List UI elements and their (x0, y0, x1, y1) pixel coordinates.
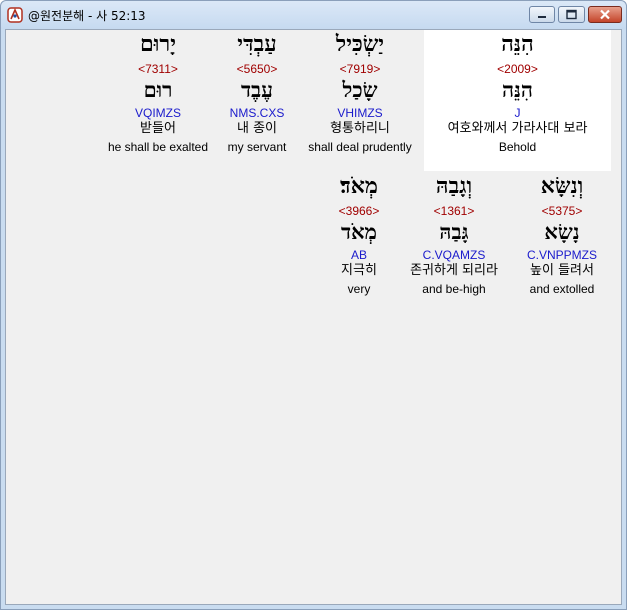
korean-gloss: 여호와께서 가라사대 보라 (447, 121, 588, 136)
word-block[interactable]: מְאֹד׃ <3966> מְאֹד AB 지극히 very (328, 175, 390, 298)
morphology-code: VQIMZS (134, 106, 181, 120)
hebrew-word: הִנֵּה (501, 31, 534, 57)
hebrew-word: וְגָבַהּ (435, 173, 473, 199)
strong-number-link[interactable]: <5375> (516, 205, 608, 220)
morphology-code: AB (350, 248, 367, 262)
hebrew-word: יָרוּם (140, 31, 176, 57)
strong-number-link[interactable]: <2009> (424, 63, 611, 78)
korean-gloss: 형통하리니 (330, 121, 390, 136)
app-window: @원전분해 - 사 52:13 הִנֵּה <2009> הִנֵּה J 여… (0, 0, 627, 610)
hebrew-lemma: גָּבַהּ (439, 219, 469, 244)
hebrew-lemma: שָׂכַל (342, 77, 378, 102)
word-block[interactable]: עַבְדִּי <5650> עֶבֶד NMS.CXS 내 종이 my se… (217, 33, 297, 156)
english-gloss: he shall be exalted (107, 140, 209, 154)
hebrew-lemma: מְאֹד (340, 219, 378, 244)
english-gloss: shall deal prudently (308, 140, 412, 154)
maximize-button[interactable] (558, 6, 585, 23)
close-button[interactable] (588, 6, 622, 23)
strong-number-link[interactable]: <1361> (396, 205, 512, 220)
app-icon[interactable] (7, 7, 23, 23)
hebrew-word: יַשְׂכִּיל (335, 31, 385, 57)
hebrew-word: מְאֹד׃ (340, 173, 378, 199)
hebrew-lemma: נָשָׂא (544, 219, 580, 244)
korean-gloss: 높이 들려서 (530, 263, 594, 278)
hebrew-word: וְנִשָּׂא (540, 173, 584, 199)
strong-number-link[interactable]: <5650> (217, 63, 297, 78)
word-block[interactable]: הִנֵּה <2009> הִנֵּה J 여호와께서 가라사대 보라 Beh… (424, 33, 611, 156)
english-gloss: and be-high (422, 282, 486, 296)
morphology-code: NMS.CXS (229, 106, 285, 120)
english-gloss: and extolled (529, 282, 595, 296)
strong-number-link[interactable]: <7919> (298, 63, 422, 78)
word-block[interactable]: וְגָבַהּ <1361> גָּבַהּ C.VQAMZS 존귀하게 되리… (396, 175, 512, 298)
korean-gloss: 지극히 (341, 263, 377, 278)
close-icon (600, 9, 610, 20)
minimize-icon (538, 16, 546, 18)
english-gloss: Behold (498, 140, 537, 154)
maximize-icon (566, 9, 577, 20)
english-gloss: my servant (227, 140, 287, 154)
hebrew-lemma: הִנֵּה (502, 77, 533, 102)
minimize-button[interactable] (529, 6, 555, 23)
hebrew-lemma: עֶבֶד (240, 77, 274, 102)
korean-gloss: 받들어 (140, 121, 176, 136)
morphology-code: C.VQAMZS (422, 248, 486, 262)
morphology-code: C.VNPPMZS (526, 248, 597, 262)
hebrew-word: עַבְדִּי (237, 31, 277, 57)
english-gloss: very (347, 282, 371, 296)
korean-gloss: 내 종이 (236, 121, 277, 136)
word-block[interactable]: יַשְׂכִּיל <7919> שָׂכַל VHIMZS 형통하리니 sh… (298, 33, 422, 156)
strong-number-link[interactable]: <7311> (100, 63, 216, 78)
korean-gloss: 존귀하게 되리라 (410, 263, 498, 278)
title-bar[interactable]: @원전분해 - 사 52:13 (1, 1, 626, 29)
hebrew-lemma: רוּם (143, 77, 173, 102)
word-block[interactable]: יָרוּם <7311> רוּם VQIMZS 받들어 he shall b… (100, 33, 216, 156)
interlinear-view[interactable]: הִנֵּה <2009> הִנֵּה J 여호와께서 가라사대 보라 Beh… (5, 29, 622, 605)
window-title: @원전분해 - 사 52:13 (28, 9, 146, 23)
strong-number-link[interactable]: <3966> (328, 205, 390, 220)
word-block[interactable]: וְנִשָּׂא <5375> נָשָׂא C.VNPPMZS 높이 들려서… (516, 175, 608, 298)
morphology-code: VHIMZS (337, 106, 383, 120)
morphology-code: J (514, 106, 521, 120)
